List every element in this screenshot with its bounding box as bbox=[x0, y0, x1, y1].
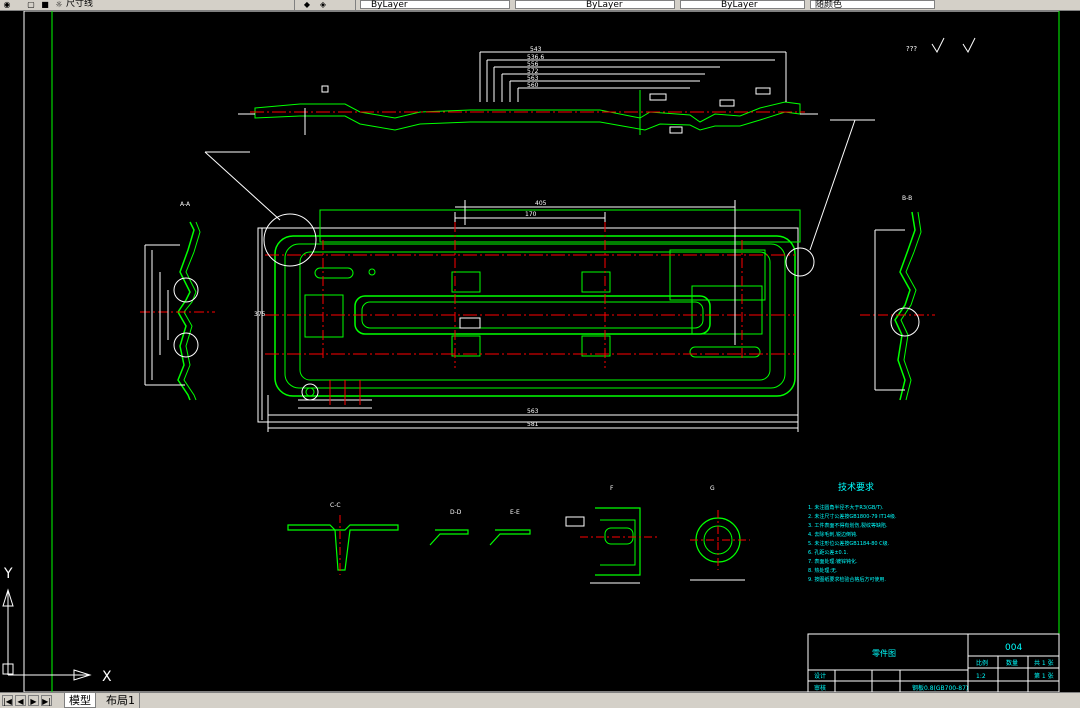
layer-manager-icon[interactable]: ◆ bbox=[302, 0, 312, 9]
main-plan-view: 563 581 405 170 375 bbox=[204, 119, 875, 432]
layer-state-icon[interactable]: ◉ bbox=[2, 0, 12, 9]
designer-label: 设计 bbox=[814, 672, 826, 680]
section-d-view: D-D bbox=[429, 509, 469, 546]
section-f-view: F bbox=[580, 485, 660, 584]
linetype-combo-value: ByLayer bbox=[586, 0, 623, 10]
ucs-y-label: Y bbox=[3, 566, 13, 582]
sheet-label2: 第 1 张 bbox=[1034, 672, 1054, 680]
dim-text: 405 bbox=[535, 200, 547, 207]
roughness-text: ??? bbox=[906, 45, 917, 53]
dim-text: 375 bbox=[254, 311, 266, 318]
tech-note: 5. 未注形位公差按GB1184-80 C级. bbox=[808, 540, 890, 547]
title-block-number: 004 bbox=[1005, 643, 1022, 653]
properties-toolbar: ◉ ▢ ■ ☼ 尺寸线 ◆ ◈ ByLayer ByLayer ByLayer … bbox=[0, 0, 1080, 11]
tech-note: 7. 表面处理:镀锌钝化. bbox=[808, 558, 858, 565]
tech-requirements: 技术要求 1. 未注圆角半径不大于R3(GB/T). 2. 未注尺寸公差按GB1… bbox=[808, 481, 897, 583]
next-tab-button[interactable]: ▶ bbox=[28, 695, 39, 706]
cad-drawing: 543 536.6 556 572 563 560 ??? 563 581 40… bbox=[2, 11, 1060, 692]
tech-note: 4. 去除毛刺,锐边倒钝. bbox=[808, 531, 858, 538]
roughness-symbol bbox=[962, 37, 976, 54]
tech-note: 3. 工件表面不得有划伤,裂纹等缺陷. bbox=[808, 522, 888, 529]
tech-title: 技术要求 bbox=[838, 481, 874, 493]
title-block-name: 零件图 bbox=[872, 648, 896, 658]
separator bbox=[294, 0, 295, 10]
tech-note: 2. 未注尺寸公差按GB1800-79 IT14级. bbox=[808, 513, 897, 520]
section-c-view: C-C bbox=[287, 502, 399, 575]
layer-name[interactable]: 尺寸线 bbox=[66, 0, 93, 9]
tech-note: 1. 未注圆角半径不大于R3(GB/T). bbox=[808, 504, 884, 511]
dim-text: 572 bbox=[527, 68, 539, 75]
tech-note: 6. 孔距公差±0.1. bbox=[808, 549, 849, 556]
dim-text: 563 bbox=[527, 408, 539, 415]
dim-text: 543 bbox=[530, 46, 542, 53]
section-label: G bbox=[710, 485, 715, 492]
dim-text: 536.6 bbox=[527, 54, 544, 61]
lineweight-combo-value: ByLayer bbox=[721, 0, 758, 10]
drawing-canvas[interactable]: 543 536.6 556 572 563 560 ??? 563 581 40… bbox=[0, 11, 1080, 692]
ratio-label: 比例 bbox=[976, 659, 988, 667]
dim-text: 170 bbox=[525, 211, 537, 218]
color-combo-value: ByLayer bbox=[371, 0, 408, 10]
ucs-x-label: X bbox=[102, 669, 112, 685]
section-e-view: E-E bbox=[489, 509, 585, 546]
tech-note: 9. 按图纸要求检验合格后方可使用. bbox=[808, 576, 886, 583]
prev-tab-button[interactable]: ◀ bbox=[15, 695, 26, 706]
section-label: E-E bbox=[510, 509, 520, 516]
tech-note: 8. 热处理:无. bbox=[808, 567, 838, 574]
section-label: A-A bbox=[180, 201, 191, 208]
last-tab-button[interactable]: ▶| bbox=[41, 695, 52, 706]
layer-color-icon[interactable]: ■ bbox=[40, 0, 50, 9]
plotstyle-combo-value: 随颜色 bbox=[815, 0, 843, 10]
lock-icon[interactable]: ▢ bbox=[26, 0, 36, 9]
lineweight-combo[interactable]: ByLayer bbox=[680, 0, 805, 10]
dim-text: 556 bbox=[527, 61, 539, 68]
outer-frame bbox=[23, 11, 1060, 692]
dim-text: 563 bbox=[527, 75, 539, 82]
plotstyle-combo[interactable]: 随颜色 bbox=[810, 0, 935, 10]
layout-tab-bar: |◀ ◀ ▶ ▶| 模型 布局1 bbox=[0, 692, 1080, 708]
section-label: C-C bbox=[330, 502, 341, 509]
section-label: F bbox=[610, 485, 614, 492]
sun-icon[interactable]: ☼ bbox=[54, 0, 64, 9]
tab-layout1[interactable]: 布局1 bbox=[102, 693, 140, 708]
title-block-ratio: 1:2 bbox=[976, 673, 986, 680]
top-section-view: 543 536.6 556 572 563 560 bbox=[238, 46, 818, 135]
dim-text: 560 bbox=[527, 82, 539, 89]
separator bbox=[355, 0, 356, 10]
dim-text: 581 bbox=[527, 421, 539, 428]
section-b-view: B-B bbox=[860, 195, 935, 401]
linetype-combo[interactable]: ByLayer bbox=[515, 0, 675, 10]
section-g-view: G bbox=[690, 485, 750, 581]
qty-label: 数量 bbox=[1006, 659, 1018, 667]
ucs-icon bbox=[2, 588, 92, 681]
section-label: D-D bbox=[450, 509, 462, 516]
layer-previous-icon[interactable]: ◈ bbox=[318, 0, 328, 9]
tab-model[interactable]: 模型 bbox=[64, 693, 96, 708]
title-block-material: 钢板0.8(GB700-87) bbox=[912, 684, 968, 692]
sheet-label: 共 1 张 bbox=[1034, 659, 1054, 667]
section-label: B-B bbox=[902, 195, 912, 202]
roughness-symbol bbox=[931, 37, 945, 54]
first-tab-button[interactable]: |◀ bbox=[2, 695, 13, 706]
color-combo[interactable]: ByLayer bbox=[360, 0, 510, 10]
section-a-view: A-A bbox=[140, 201, 215, 401]
checker-label: 审核 bbox=[814, 684, 826, 692]
